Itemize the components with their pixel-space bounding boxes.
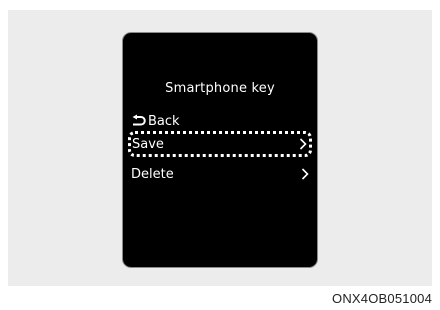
chevron-right-icon <box>301 168 309 180</box>
cluster-display-screen: Smartphone key Back Save Delete <box>122 32 318 268</box>
back-arrow-icon <box>132 114 146 126</box>
menu-item-delete[interactable]: Delete <box>131 163 309 185</box>
chevron-right-icon <box>299 138 307 150</box>
figure-caption: ONX4OB051004 <box>332 291 432 306</box>
menu-item-label: Back <box>148 113 180 129</box>
menu-item-label: Save <box>132 136 164 152</box>
screen-title: Smartphone key <box>165 81 275 96</box>
menu-item-save[interactable]: Save <box>128 131 312 157</box>
menu-item-back[interactable]: Back <box>131 110 309 132</box>
menu-item-label: Delete <box>131 166 174 182</box>
